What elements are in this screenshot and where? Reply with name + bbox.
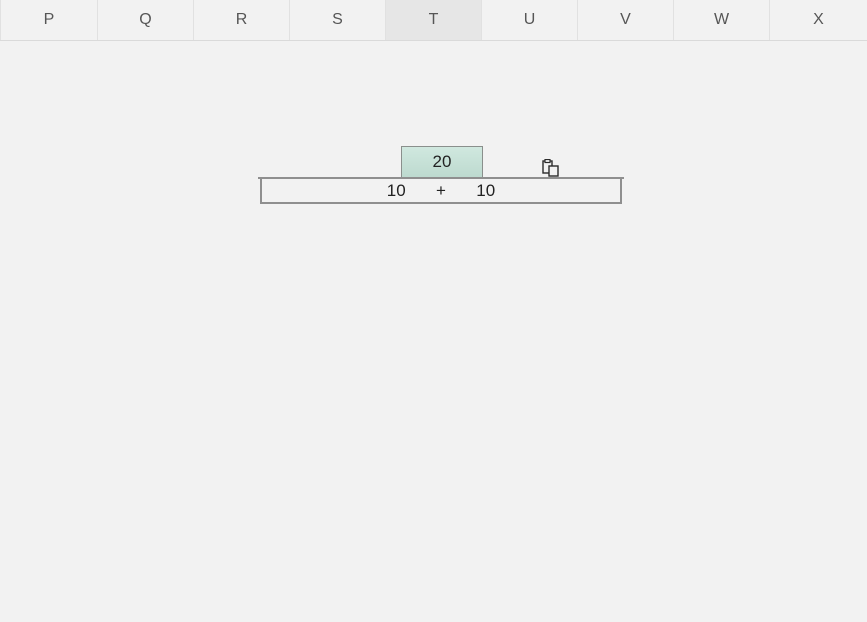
column-header-T[interactable]: T: [385, 0, 481, 40]
column-header-W[interactable]: W: [673, 0, 769, 40]
paste-options-icon: [542, 159, 560, 177]
formula-operand-right: 10: [462, 179, 510, 202]
column-header-row: P Q R S T U V W X: [0, 0, 867, 41]
active-cell-value: 20: [402, 147, 482, 177]
formula-operand-left: 10: [372, 179, 420, 202]
formula-row[interactable]: 10 + 10: [260, 177, 622, 204]
column-header-P[interactable]: P: [0, 0, 97, 40]
column-header-S[interactable]: S: [289, 0, 385, 40]
formula-operator: +: [425, 179, 457, 202]
column-header-X[interactable]: X: [769, 0, 867, 40]
column-header-Q[interactable]: Q: [97, 0, 193, 40]
column-header-V[interactable]: V: [577, 0, 673, 40]
row-nub-left: [258, 177, 276, 179]
row-nub-right: [606, 177, 624, 179]
active-cell[interactable]: 20: [401, 146, 483, 178]
column-header-R[interactable]: R: [193, 0, 289, 40]
column-header-U[interactable]: U: [481, 0, 577, 40]
paste-options-button[interactable]: [542, 159, 560, 177]
